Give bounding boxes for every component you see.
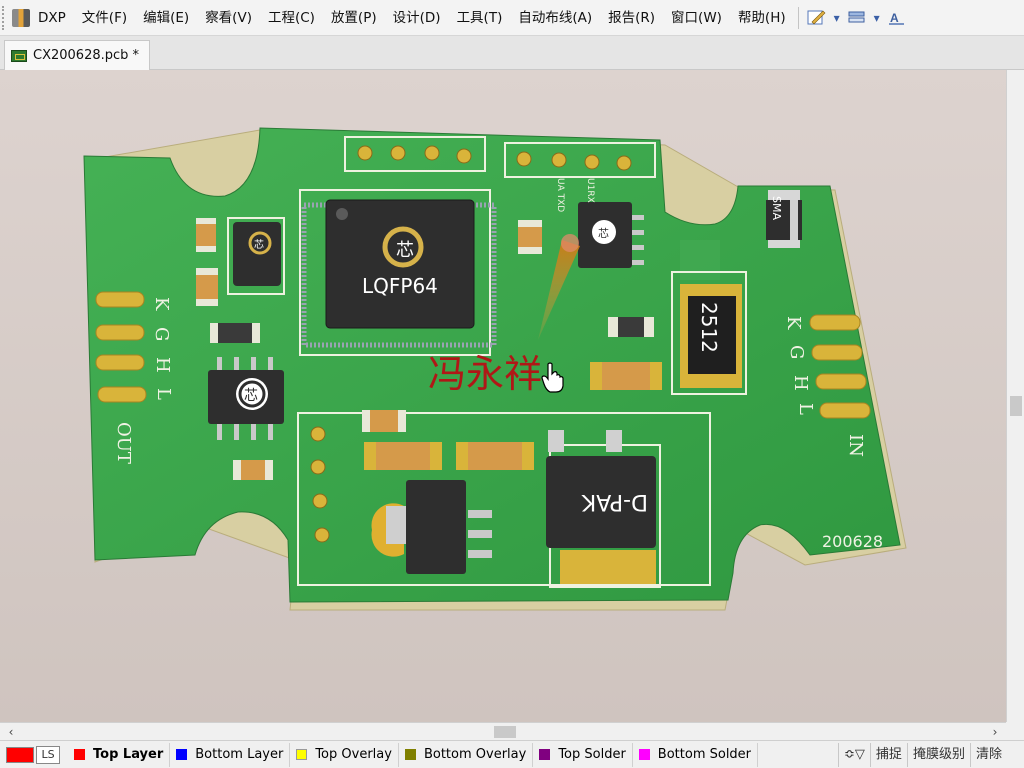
menu-view[interactable]: 察看(V) [197,0,260,36]
menu-tools[interactable]: 工具(T) [449,0,511,36]
layer-tab-bottom-layer[interactable]: Bottom Layer [170,742,291,767]
horizontal-scroll-thumb[interactable] [494,726,516,738]
diode-sma: SMA [766,190,802,248]
menu-dxp[interactable]: DXP [30,0,74,36]
menu-bar: DXP 文件(F) 编辑(E) 察看(V) 工程(C) 放置(P) 设计(D) … [0,0,1024,36]
layer-tab-label: Bottom Solder [657,747,752,762]
svg-text:芯: 芯 [244,388,258,404]
layer-tab-bottom-solder[interactable]: Bottom Solder [633,742,759,767]
svg-text:SMA: SMA [770,196,783,220]
svg-text:K: K [151,297,172,311]
resistor-2512: 2512 [680,284,742,388]
menu-project[interactable]: 工程(C) [260,0,323,36]
menu-file[interactable]: 文件(F) [74,0,135,36]
svg-text:芯: 芯 [254,238,264,251]
svg-text:G: G [151,327,172,341]
svg-text:D-PAK: D-PAK [581,489,648,514]
tab-pcb-document[interactable]: CX200628.pcb * [4,40,151,70]
layer-color-swatch [539,749,551,760]
menu-autoroute[interactable]: 自动布线(A) [510,0,600,36]
svg-text:H: H [152,357,173,373]
vertical-scroll-thumb[interactable] [1010,396,1022,416]
layer-tab-label: Bottom Layer [195,747,284,762]
board-id-label: 200628 [822,532,883,551]
menu-design[interactable]: 设计(D) [385,0,449,36]
tab-pcb-document-label: CX200628.pcb * [33,48,140,63]
author-overlay-text: 冯永祥 [428,352,542,396]
dxp-logo-icon [12,8,30,27]
snap-button[interactable]: 捕捉 [869,742,907,767]
layer-tab-label: Top Layer [93,747,164,762]
layer-tab-bar: LS Top Layer Bottom Layer Top Overlay Bo… [0,740,1024,768]
document-tab-strip: CX200628.pcb * [0,36,1024,70]
toolbar-separator [797,6,799,29]
horizontal-scrollbar[interactable]: ‹ › [0,722,1006,740]
menu-edit[interactable]: 编辑(E) [135,0,197,36]
scroll-left-icon[interactable]: ‹ [2,723,20,741]
layer-tab-top-overlay[interactable]: Top Overlay [290,742,399,767]
text-style-icon[interactable]: A [883,6,911,30]
scroll-right-icon[interactable]: › [986,723,1004,741]
svg-text:H: H [790,375,811,391]
edit-tool-icon[interactable] [803,6,831,30]
svg-text:K: K [783,316,804,330]
layer-color-swatch [74,749,85,760]
mcu-marking: LQFP64 [362,274,438,298]
layer-tab-top-solder[interactable]: Top Solder [533,742,633,767]
layer-tab-bottom-overlay[interactable]: Bottom Overlay [399,742,534,767]
mask-level-button[interactable]: 掩膜级别 [906,742,970,767]
menu-place[interactable]: 放置(P) [323,0,385,36]
mcu-lqfp64: 芯 LQFP64 [301,199,497,348]
menu-window[interactable]: 窗口(W) [663,0,730,36]
layer-tab-label: Top Solder [558,747,626,762]
svg-text:芯: 芯 [396,240,414,261]
svg-text:L: L [795,403,816,415]
pcb-3d-render: 芯 LQFP64 芯 芯 芯 2512 SMA D-PAK K G H L OU… [83,127,907,611]
svg-text:芯: 芯 [598,226,609,240]
selection-marker [561,234,579,252]
layer-tab-top-layer[interactable]: Top Layer [68,742,171,767]
svg-text:L: L [153,388,174,400]
layer-set-button[interactable]: LS [36,745,60,764]
layer-tab-label: Bottom Overlay [423,747,527,762]
menu-reports[interactable]: 报告(R) [600,0,663,36]
svg-text:2512: 2512 [697,302,721,353]
clear-button[interactable]: 清除 [969,742,1007,767]
svg-text:UA TXD: UA TXD [555,178,565,212]
layer-color-swatch [176,749,188,760]
svg-text:U1RX: U1RX [585,178,595,203]
layer-color-swatch [296,749,308,760]
pcb-file-icon [11,49,27,62]
dropdown-arrow-icon[interactable]: ▾ [871,6,883,30]
pcb-3d-viewport[interactable]: 芯 LQFP64 芯 芯 芯 2512 SMA D-PAK K G H L OU… [0,70,1006,722]
layer-color-swatch [638,749,650,760]
dropdown-arrow-icon[interactable]: ▾ [831,6,843,30]
sot-chip-top-left: 芯 [233,222,281,286]
layer-stack-icon[interactable] [843,6,871,30]
svg-text:G: G [786,345,807,359]
layer-tab-label: Top Overlay [315,747,392,762]
layer-color-swatch [404,749,416,760]
svg-text:OUT: OUT [113,422,134,464]
layer-scroll-filter-icon[interactable]: ≎▽ [838,742,870,767]
ground-via-field [680,240,720,280]
vertical-scrollbar[interactable] [1006,70,1024,722]
svg-text:A: A [890,11,899,25]
svg-text:IN: IN [845,434,866,457]
toolbar-grip[interactable] [2,5,6,30]
current-layer-swatch[interactable] [6,746,34,763]
menu-help[interactable]: 帮助(H) [730,0,794,36]
